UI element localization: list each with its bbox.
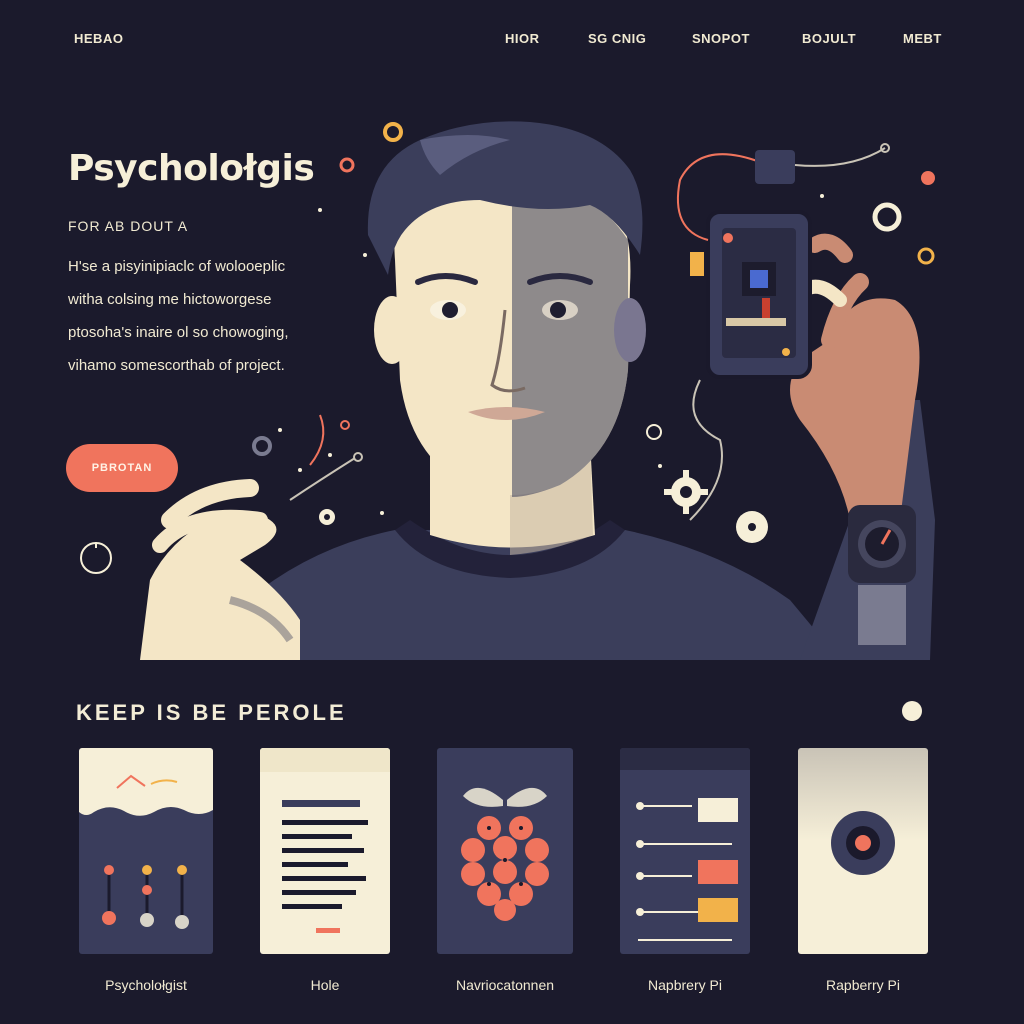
hero-kicker: FOR AB DOUT A (68, 218, 189, 234)
project-card-raspberry[interactable] (437, 748, 573, 954)
project-card-sliders[interactable] (620, 748, 750, 954)
card-label[interactable]: Psycholołgist (66, 977, 226, 993)
hero-description: H'se a pisyinipiaclc of wolooeplic witha… (68, 250, 368, 382)
hero-description-line: vihamo somescorthab of project. (68, 357, 285, 374)
hero-description-line: witha colsing me hictoworgese (68, 291, 272, 308)
cta-button[interactable]: PBROTAN (66, 444, 178, 492)
section-dot (902, 701, 922, 721)
hero-description-line: ptosoha's inaire ol so chowoging, (68, 324, 289, 341)
raspberry-icon (437, 748, 573, 954)
section-title: KEEP IS BE PEROLE (76, 700, 347, 725)
card-label[interactable]: Rapberry Pi (783, 977, 943, 993)
card-label[interactable]: Navriocatonnen (425, 977, 585, 993)
sliders-icon (620, 748, 750, 954)
card-label[interactable]: Hole (245, 977, 405, 993)
waveform-graph-icon (79, 748, 213, 954)
project-card-psychologist[interactable] (79, 748, 213, 954)
project-card-raspberry-pi[interactable] (798, 748, 928, 954)
record-button-icon (798, 748, 928, 954)
hero-description-line: H'se a pisyinipiaclc of wolooeplic (68, 258, 286, 275)
hero-title: Psycholołgis (68, 148, 315, 189)
card-label[interactable]: Napbrery Pi (605, 977, 765, 993)
project-card-hole[interactable] (260, 748, 390, 954)
document-icon (260, 748, 390, 954)
